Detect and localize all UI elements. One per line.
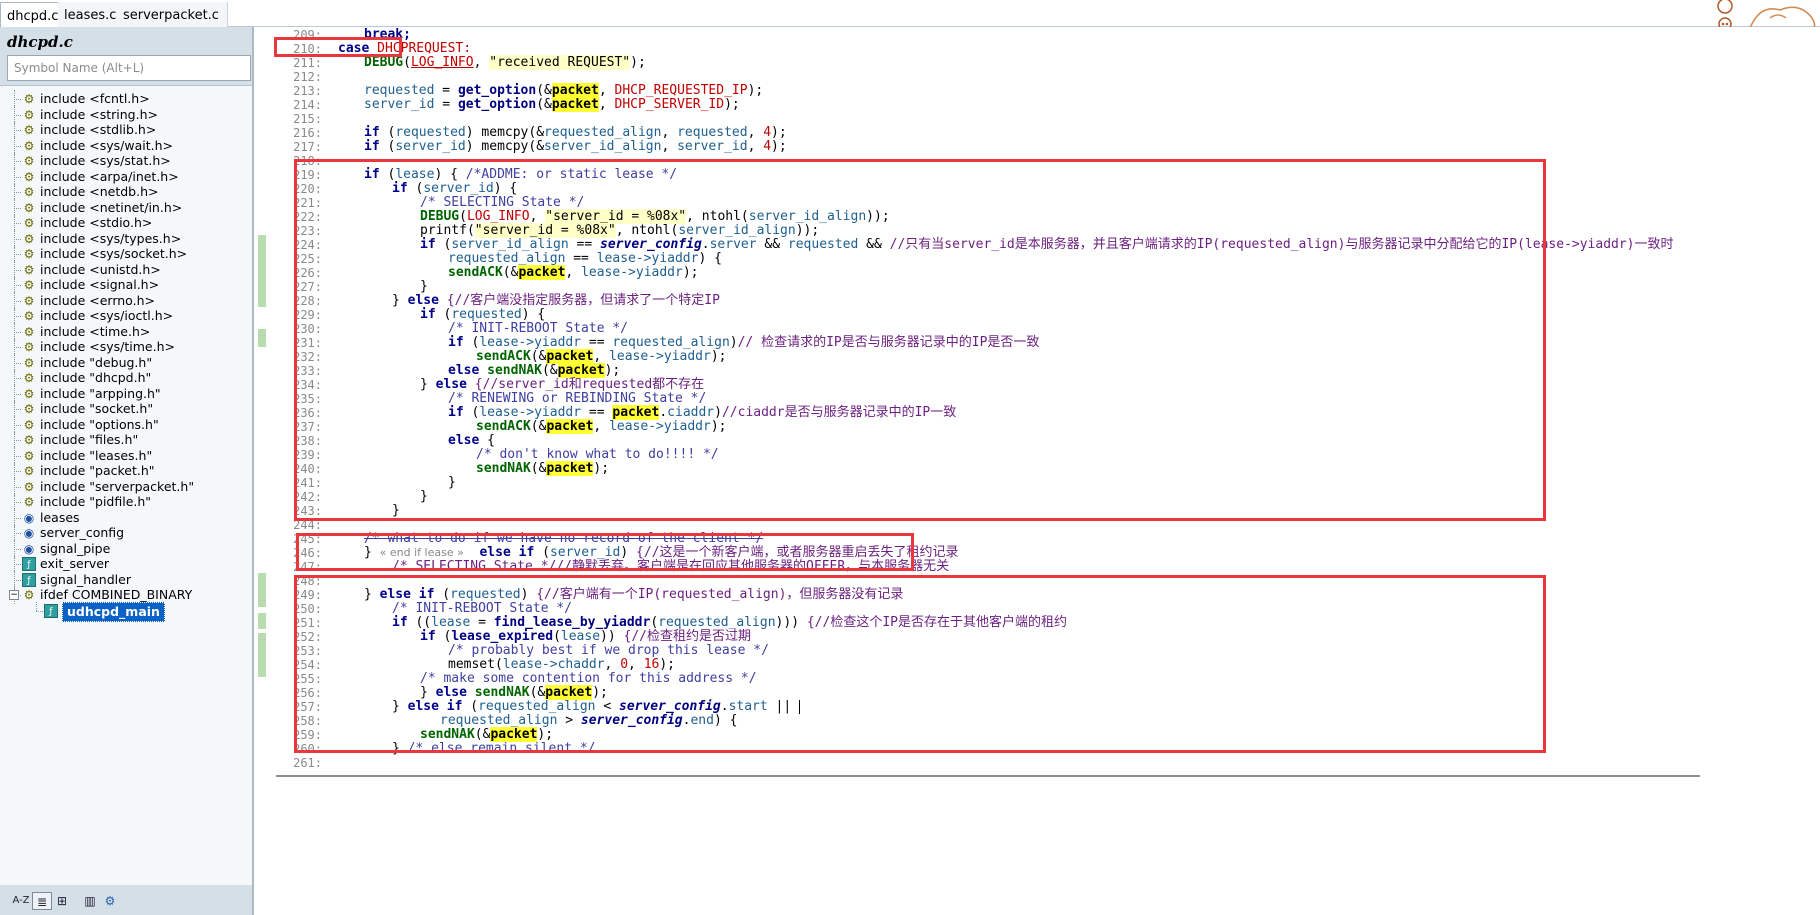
function-icon: ƒ xyxy=(22,572,36,587)
code-line: /* SELECTING State *///静默丢弃。客户端是在回应其他服务器… xyxy=(392,559,950,574)
change-marker-strip xyxy=(256,27,268,897)
include-icon: ⚙ xyxy=(23,154,35,168)
category-view-icon[interactable]: ⊞ xyxy=(52,892,72,910)
tab-label: serverpacket.c xyxy=(123,8,219,23)
include-icon: ⚙ xyxy=(23,417,35,432)
code-line: if (server_id) memcpy(&server_id_align, … xyxy=(364,139,787,154)
function-icon: ƒ xyxy=(44,603,58,618)
sidebar-toolbar: A-Z ≣ ⊞ ▥ ⚙ xyxy=(0,885,252,915)
include-icon: ⚙ xyxy=(23,123,35,137)
include-icon: ⚙ xyxy=(23,138,35,153)
symbol-search-input[interactable] xyxy=(7,55,251,81)
tab-label: dhcpd.c xyxy=(7,9,59,24)
variable-icon: ◉ xyxy=(23,541,35,556)
include-icon: ⚙ xyxy=(23,293,35,308)
code-line: } xyxy=(448,475,456,490)
mascot-decoration-icon xyxy=(1717,0,1816,30)
tab-leases-c[interactable]: leases.c xyxy=(58,2,126,27)
include-icon: ⚙ xyxy=(23,216,35,230)
function-icon: ƒ xyxy=(22,557,36,571)
line-number-gutter: 209: 210: 211: 212: 213: 214: 215: 216: 217: 218:… xyxy=(268,27,326,897)
sidebar-file-title: dhcpd.c xyxy=(7,33,73,51)
include-icon: ⚙ xyxy=(23,371,35,385)
include-icon: ⚙ xyxy=(23,588,35,602)
symbol-tree-item[interactable]: ƒ udhcpd_main xyxy=(0,601,252,622)
code-line: sendNAK(&packet); xyxy=(476,461,610,476)
sort-alpha-icon[interactable]: A-Z xyxy=(10,892,32,910)
collapse-toggle-icon[interactable]: − xyxy=(9,590,19,600)
include-icon: ⚙ xyxy=(23,200,35,215)
include-icon: ⚙ xyxy=(23,278,35,292)
code-line: } xyxy=(420,489,428,504)
tab-serverpacket-c[interactable]: serverpacket.c xyxy=(117,2,228,27)
code-area[interactable]: break; case DHCPREQUEST: DEBUG(LOG_INFO,… xyxy=(338,27,1820,897)
tab-bar: dhcpd.c × leases.c serverpacket.c xyxy=(0,0,1820,27)
include-icon: ⚙ xyxy=(23,92,35,106)
scrollbar-thumb[interactable] xyxy=(276,775,1700,777)
include-icon: ⚙ xyxy=(23,448,35,463)
include-icon: ⚙ xyxy=(23,402,35,416)
include-icon: ⚙ xyxy=(23,185,35,199)
include-icon: ⚙ xyxy=(23,386,35,401)
fold-gutter xyxy=(326,27,338,897)
horizontal-scrollbar[interactable] xyxy=(276,772,1700,782)
code-line: server_id = get_option(&packet, DHCP_SER… xyxy=(364,97,740,112)
code-line: sendACK(&packet, lease->yiaddr); xyxy=(476,419,727,434)
code-editor[interactable]: 209: 210: 211: 212: 213: 214: 215: 216: 217: 218:… xyxy=(256,27,1820,915)
include-icon: ⚙ xyxy=(23,495,35,509)
tab-label: leases.c xyxy=(64,8,117,23)
variable-icon: ◉ xyxy=(23,526,35,540)
include-icon: ⚙ xyxy=(23,464,35,478)
include-icon: ⚙ xyxy=(23,433,35,447)
symbol-sidebar: dhcpd.c ⚙include <fcntl.h>⚙include <stri… xyxy=(0,27,254,915)
symbol-tree: ⚙ include <fcntl.h> ⚙ include <string.h> ⚙ in… xyxy=(0,85,252,885)
variable-icon: ◉ xyxy=(23,510,35,525)
code-line: } /* else remain silent */ xyxy=(392,741,596,756)
include-icon: ⚙ xyxy=(23,340,35,354)
include-icon: ⚙ xyxy=(23,231,35,246)
include-icon: ⚙ xyxy=(23,309,35,323)
include-icon: ⚙ xyxy=(23,262,35,277)
include-icon: ⚙ xyxy=(23,479,35,494)
symbol-label: udhcpd_main xyxy=(62,601,165,622)
code-line: DEBUG(LOG_INFO, "received REQUEST"); xyxy=(364,55,646,70)
settings-gear-icon[interactable]: ⚙ xyxy=(100,892,120,910)
line-number: 261: xyxy=(293,756,322,770)
list-view-icon[interactable]: ≣ xyxy=(32,892,52,910)
include-icon: ⚙ xyxy=(23,169,35,184)
book-icon[interactable]: ▥ xyxy=(80,892,100,910)
include-icon: ⚙ xyxy=(23,107,35,122)
include-icon: ⚙ xyxy=(23,247,35,261)
code-line: } xyxy=(392,503,400,518)
include-icon: ⚙ xyxy=(23,355,35,370)
include-icon: ⚙ xyxy=(23,324,35,339)
code-line: sendACK(&packet, lease->yiaddr); xyxy=(448,265,699,280)
